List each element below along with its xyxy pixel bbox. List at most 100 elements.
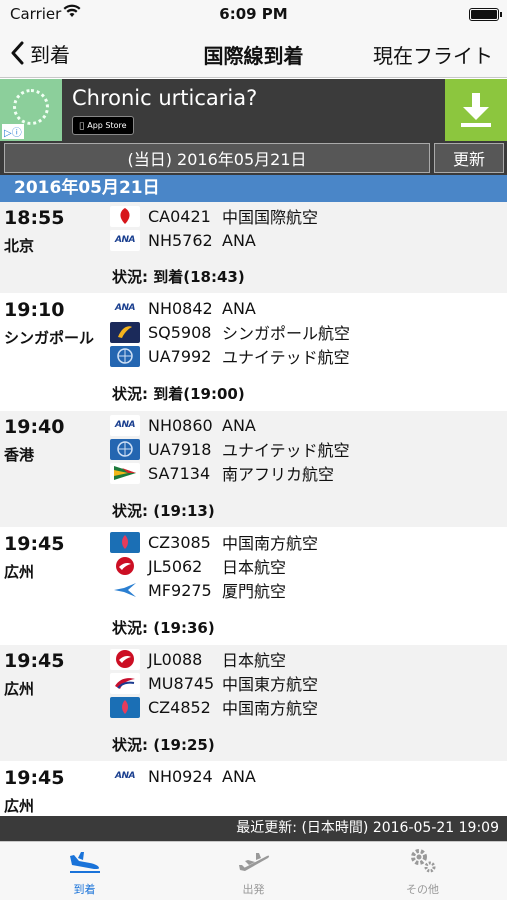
origin-city: 香港 bbox=[4, 446, 35, 464]
departure-plane-icon bbox=[237, 850, 271, 881]
codeshare-item: UA7992 ユナイテッド航空 bbox=[110, 344, 350, 368]
app-store-badge[interactable]:  App Store bbox=[72, 116, 134, 135]
flight-number: MF9275 bbox=[148, 580, 212, 600]
codeshare-item: UA7918 ユナイテッド航空 bbox=[110, 437, 350, 461]
codeshare-list: JL0088 日本航空 MU8745 中国東方航空 CZ4852 中国南方航空 bbox=[110, 647, 318, 719]
arrival-time: 18:55 bbox=[4, 207, 65, 229]
status-value: (19:25) bbox=[153, 736, 215, 754]
refresh-button[interactable]: 更新 bbox=[434, 143, 504, 173]
flight-number: NH0924 bbox=[148, 766, 213, 786]
flight-list[interactable]: 18:55 北京 CA0421 中国国際航空 ANA NH5762 ANA 状況: 到着(18… bbox=[0, 202, 507, 816]
origin-city: 広州 bbox=[4, 680, 35, 698]
south-african-icon bbox=[110, 462, 140, 484]
status-label: 状況: bbox=[112, 385, 148, 403]
ana-icon: ANA bbox=[110, 414, 140, 436]
back-button[interactable]: 到着 bbox=[10, 38, 70, 68]
codeshare-item: MU8745 中国東方航空 bbox=[110, 671, 318, 695]
codeshare-list: ANA NH0860 ANA UA7918 ユナイテッド航空 SA7134 南アフリカ航空 bbox=[110, 413, 350, 485]
status-value: 到着(18:43) bbox=[153, 268, 245, 286]
jal-icon bbox=[110, 555, 140, 577]
codeshare-list: CZ3085 中国南方航空 JL5062 日本航空 MF9275 厦門航空 bbox=[110, 530, 318, 602]
xiamen-icon bbox=[110, 579, 140, 601]
flight-row[interactable]: 18:55 北京 CA0421 中国国際航空 ANA NH5762 ANA 状況: 到着(18… bbox=[0, 202, 507, 294]
codeshare-list: ANA NH0842 ANA SQ5908 シンガポール航空 UA7992 ユナイテッド航空 bbox=[110, 296, 350, 368]
clock: 6:09 PM bbox=[219, 5, 288, 23]
last-updated-bar: 最近更新: (日本時間) 2016-05-21 19:09 bbox=[0, 816, 507, 841]
flight-number: UA7992 bbox=[148, 346, 212, 366]
origin-city: シンガポール bbox=[4, 329, 95, 347]
ad-choices-icon[interactable]: ▷ⓘ bbox=[2, 124, 24, 139]
status-label: 状況: bbox=[112, 619, 148, 637]
chevron-left-icon bbox=[11, 41, 24, 65]
gear-icon bbox=[408, 844, 438, 881]
date-selector[interactable]: (当日) 2016年05月21日 bbox=[4, 143, 430, 173]
ad-banner[interactable]: ▷ⓘ Chronic urticaria?  App Store bbox=[0, 79, 507, 141]
tab-departure-plane[interactable]: 出発 bbox=[169, 842, 338, 900]
status-value: (19:13) bbox=[153, 502, 215, 520]
jal-icon bbox=[110, 648, 140, 670]
arrival-plane-icon bbox=[68, 850, 102, 881]
flight-number: UA7918 bbox=[148, 439, 212, 459]
status-bar: Carrier 6:09 PM bbox=[0, 0, 507, 28]
airline-name: 中国国際航空 bbox=[222, 208, 319, 227]
flight-number: CZ4852 bbox=[148, 697, 211, 717]
flight-number: NH0860 bbox=[148, 415, 213, 435]
flight-number: NH0842 bbox=[148, 298, 213, 318]
airline-name: 中国東方航空 bbox=[222, 675, 319, 694]
tab-arrival-plane[interactable]: 到着 bbox=[0, 842, 169, 900]
nav-bar: 到着 国際線到着 現在フライト bbox=[0, 28, 507, 78]
airline-name: ANA bbox=[222, 230, 256, 250]
status-label: 状況: bbox=[112, 736, 148, 754]
flight-row[interactable]: 19:40 香港 ANA NH0860 ANA UA7918 ユナイテッド航空 SA7134 南… bbox=[0, 411, 507, 528]
download-icon bbox=[461, 93, 491, 127]
flight-number: JL5062 bbox=[148, 556, 203, 576]
united-icon bbox=[110, 438, 140, 460]
arrival-time: 19:45 bbox=[4, 650, 65, 672]
flight-row[interactable]: 19:45広州ANANH0924ANA状況: (19:08) bbox=[0, 762, 507, 816]
airline-name: 南アフリカ航空 bbox=[222, 465, 335, 484]
codeshare-item: JL0088 日本航空 bbox=[110, 647, 318, 671]
tab-gear[interactable]: その他 bbox=[338, 842, 507, 900]
flight-status: 状況: 到着(18:43) bbox=[112, 266, 245, 287]
codeshare-item: CZ4852 中国南方航空 bbox=[110, 695, 318, 719]
ad-title: Chronic urticaria? bbox=[72, 86, 258, 110]
current-flights-button[interactable]: 現在フライト bbox=[373, 40, 493, 69]
ana-icon: ANA bbox=[110, 297, 140, 319]
arrival-time: 19:45 bbox=[4, 533, 65, 555]
apple-icon:  bbox=[79, 121, 84, 130]
tab-label: その他 bbox=[406, 883, 439, 896]
flight-status: 状況: 到着(19:00) bbox=[112, 383, 245, 404]
date-bar: (当日) 2016年05月21日 更新 bbox=[0, 141, 507, 175]
battery-icon bbox=[469, 8, 502, 21]
origin-city: 広州 bbox=[4, 563, 35, 581]
airline-name: 日本航空 bbox=[222, 651, 287, 670]
ana-icon: ANA bbox=[110, 229, 140, 251]
flight-row[interactable]: 19:45 広州 JL0088 日本航空 MU8745 中国東方航空 CZ4852 中国南方航… bbox=[0, 645, 507, 762]
codeshare-item: SA7134 南アフリカ航空 bbox=[110, 461, 350, 485]
flight-number: SA7134 bbox=[148, 463, 211, 483]
china-southern-icon bbox=[110, 531, 140, 553]
flight-status: 状況: (19:25) bbox=[112, 734, 215, 755]
united-icon bbox=[110, 345, 140, 367]
flight-number: JL0088 bbox=[148, 649, 203, 669]
china-southern-icon bbox=[110, 696, 140, 718]
flight-row[interactable]: 19:10 シンガポール ANA NH0842 ANA SQ5908 シンガポール航空 UA7… bbox=[0, 294, 507, 411]
codeshare-item: CA0421 中国国際航空 bbox=[110, 204, 318, 228]
china-eastern-icon bbox=[110, 672, 140, 694]
flight-number: CZ3085 bbox=[148, 532, 211, 552]
airline-name: ANA bbox=[222, 415, 256, 435]
codeshare-item: JL5062 日本航空 bbox=[110, 554, 318, 578]
airline-name: 厦門航空 bbox=[222, 582, 287, 601]
airline-name: シンガポール航空 bbox=[222, 324, 351, 343]
status-label: 状況: bbox=[112, 268, 148, 286]
back-button-label: 到着 bbox=[30, 42, 70, 67]
codeshare-list: ANA NH0924 ANA bbox=[110, 764, 256, 788]
singapore-airlines-icon bbox=[110, 321, 140, 343]
ad-download-button[interactable] bbox=[445, 79, 507, 141]
codeshare-list: CA0421 中国国際航空 ANA NH5762 ANA bbox=[110, 204, 318, 252]
codeshare-item: ANA NH0924 ANA bbox=[110, 764, 256, 788]
origin-city: 北京 bbox=[4, 237, 35, 255]
codeshare-item: ANA NH5762 ANA bbox=[110, 228, 318, 252]
flight-row[interactable]: 19:45 広州 CZ3085 中国南方航空 JL5062 日本航空 MF9275 厦門航空状… bbox=[0, 528, 507, 645]
status-value: 到着(19:00) bbox=[153, 385, 245, 403]
